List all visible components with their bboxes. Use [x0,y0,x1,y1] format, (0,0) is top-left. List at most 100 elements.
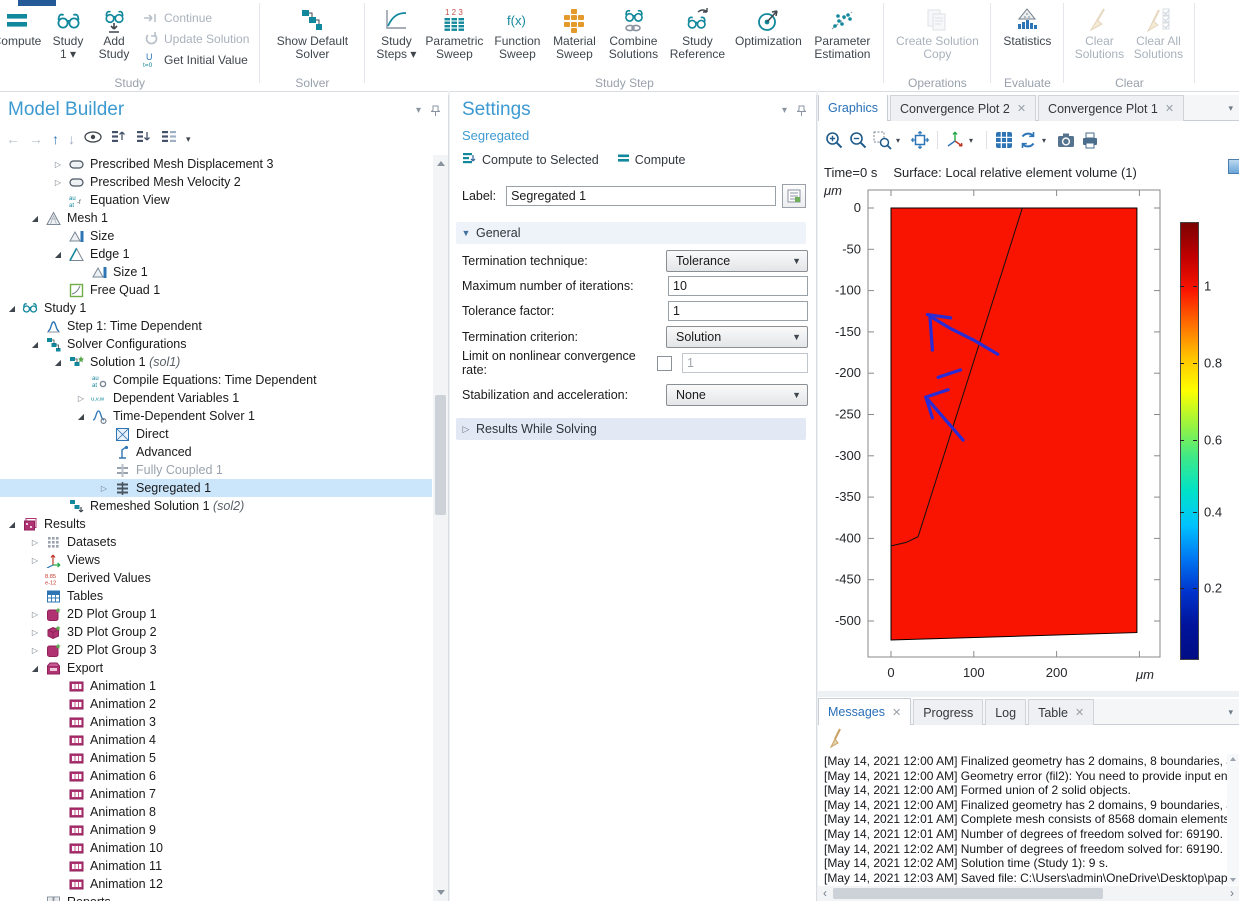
compute-button[interactable]: Compute [617,152,686,167]
tree-item-advanced[interactable]: Advanced [0,443,432,461]
label-input[interactable] [506,186,776,206]
tree-item-mesh-1[interactable]: ◢Mesh 1 [0,209,432,227]
messages-tab-table[interactable]: Table✕ [1028,699,1094,725]
zoom-out-icon[interactable] [848,130,868,150]
clear-messages-icon[interactable] [828,728,844,754]
tree-item-animation-9[interactable]: Animation 9 [0,821,432,839]
close-icon[interactable]: ✕ [892,706,901,719]
statistics-button[interactable]: Statistics [999,5,1055,48]
graphics-tab-convergence-plot-1[interactable]: Convergence Plot 1✕ [1038,95,1184,121]
section-results-while-solving-header[interactable]: ▷Results While Solving [456,418,806,440]
add-study-button[interactable]: Add Study [92,5,136,61]
chevron-down-icon[interactable]: ▾ [1228,103,1233,114]
tree-item-size-1[interactable]: Size 1 [0,263,432,281]
tree-item-step-1-time-dependent[interactable]: Step 1: Time Dependent [0,317,432,335]
collapsed-arrow-icon[interactable]: ▷ [30,628,40,637]
stabilization-and-acceleration-dropdown[interactable]: None▼ [666,384,808,406]
grid-icon[interactable] [994,130,1014,150]
tree-item-compile-equations-time-dependent[interactable]: auatCompile Equations: Time Dependent [0,371,432,389]
tree-item-fully-coupled-1[interactable]: Fully Coupled 1 [0,461,432,479]
collapsed-arrow-icon[interactable]: ▷ [30,646,40,655]
expand-all-icon[interactable] [136,130,152,148]
tree-item-time-dependent-solver-1[interactable]: ◢Time-Dependent Solver 1 [0,407,432,425]
back-icon[interactable]: ← [6,132,20,146]
tree-item-animation-2[interactable]: Animation 2 [0,695,432,713]
section-general-header[interactable]: ▼General [456,222,806,244]
chevron-down-icon[interactable]: ▾ [1228,707,1233,718]
move-up-icon[interactable]: ↑ [52,132,59,146]
messages-tab-progress[interactable]: Progress [913,699,983,725]
tree-item-animation-3[interactable]: Animation 3 [0,713,432,731]
tree-scrollbar[interactable] [433,155,448,901]
limit-on-nonlinear-convergence-rate-checkbox[interactable] [657,356,672,371]
optimization-button[interactable]: Optimization [731,5,805,48]
show-icon[interactable] [84,130,102,148]
pin-icon[interactable] [797,105,806,120]
expanded-arrow-icon[interactable]: ◢ [53,358,63,367]
surface-plot[interactable]: 0100200μm0-50-100-150-200-250-300-350-40… [818,187,1239,687]
graphics-tab-convergence-plot-2[interactable]: Convergence Plot 2✕ [890,95,1036,121]
zoom-extents-icon[interactable] [910,130,930,150]
messages-tab-messages[interactable]: Messages✕ [818,698,911,725]
tree-item-animation-5[interactable]: Animation 5 [0,749,432,767]
expanded-arrow-icon[interactable]: ◢ [7,520,17,529]
forward-icon[interactable]: → [29,132,43,146]
termination-criterion-dropdown[interactable]: Solution▼ [666,326,808,348]
close-icon[interactable]: ✕ [1075,706,1084,719]
zoom-box-icon[interactable] [872,130,892,150]
messages-tab-log[interactable]: Log [985,699,1026,725]
print-icon[interactable] [1080,130,1100,150]
tree-item-study-1[interactable]: ◢Study 1 [0,299,432,317]
chevron-down-icon[interactable]: ▾ [782,105,787,120]
tree-item-solver-configurations[interactable]: ◢Solver Configurations [0,335,432,353]
show-default-solver-button[interactable]: Show Default Solver [268,5,356,61]
tree-item-animation-8[interactable]: Animation 8 [0,803,432,821]
chevron-down-icon[interactable]: ▾ [896,136,906,145]
expanded-arrow-icon[interactable]: ◢ [76,412,86,421]
tree-item-free-quad-1[interactable]: Free Quad 1 [0,281,432,299]
compute-to-selected-button[interactable]: Compute to Selected [462,151,599,168]
get-initial-value-button[interactable]: Ut=0Get Initial Value [142,49,249,70]
expanded-arrow-icon[interactable]: ◢ [7,304,17,313]
tree-item-export[interactable]: ◢Export [0,659,432,677]
tree-item-2d-plot-group-3[interactable]: ▷2D Plot Group 3 [0,641,432,659]
tree-item-datasets[interactable]: ▷Datasets [0,533,432,551]
study-steps-button[interactable]: Study Steps ▾ [373,5,419,61]
tree-item-remeshed-solution-1[interactable]: Remeshed Solution 1 (sol2) [0,497,432,515]
study-reference-button[interactable]: Study Reference [667,5,727,61]
collapse-all-icon[interactable] [111,130,127,148]
maximum-number-of-iterations-input[interactable] [668,276,808,296]
tree-item-derived-values[interactable]: 8.85e-12Derived Values [0,569,432,587]
collapsed-arrow-icon[interactable]: ▷ [30,538,40,547]
scroll-left-icon[interactable]: ‹ [818,886,832,901]
expanded-arrow-icon[interactable]: ◢ [30,340,40,349]
model-tree-node-text-icon[interactable] [161,130,177,148]
scroll-thumb[interactable] [435,395,446,515]
chevron-down-icon[interactable]: ▾ [969,136,979,145]
material-sweep-button[interactable]: Material Sweep [549,5,599,61]
tree-item-3d-plot-group-2[interactable]: ▷3D Plot Group 2 [0,623,432,641]
tree-item-tables[interactable]: Tables [0,587,432,605]
label-edit-button[interactable] [782,184,806,208]
tree-item-equation-view[interactable]: auat-fEquation View [0,191,432,209]
scroll-right-icon[interactable]: › [1225,886,1239,901]
collapsed-arrow-icon[interactable]: ▷ [53,178,63,187]
parameter-estimation-button[interactable]: Parameter Estimation [809,5,875,61]
tree-item-animation-7[interactable]: Animation 7 [0,785,432,803]
collapsed-arrow-icon[interactable]: ▷ [76,394,86,403]
tree-item-animation-11[interactable]: Animation 11 [0,857,432,875]
pin-icon[interactable] [431,105,440,120]
combine-solutions-button[interactable]: Combine Solutions [603,5,663,61]
tree-item-direct[interactable]: Direct [0,425,432,443]
move-down-icon[interactable]: ↓ [68,132,75,146]
tree-item-2d-plot-group-1[interactable]: ▷2D Plot Group 1 [0,605,432,623]
tree-item-segregated-1[interactable]: ▷Segregated 1 [0,479,432,497]
parametric-sweep-button[interactable]: 1 2 3Parametric Sweep [423,5,485,61]
compute-button[interactable]: Compute [0,5,44,48]
tree-item-reports[interactable]: Reports [0,893,432,901]
tree-item-views[interactable]: ▷Views [0,551,432,569]
expanded-arrow-icon[interactable]: ◢ [53,250,63,259]
tree-item-animation-4[interactable]: Animation 4 [0,731,432,749]
tree-item-results[interactable]: ◢Results [0,515,432,533]
tree-item-animation-12[interactable]: Animation 12 [0,875,432,893]
